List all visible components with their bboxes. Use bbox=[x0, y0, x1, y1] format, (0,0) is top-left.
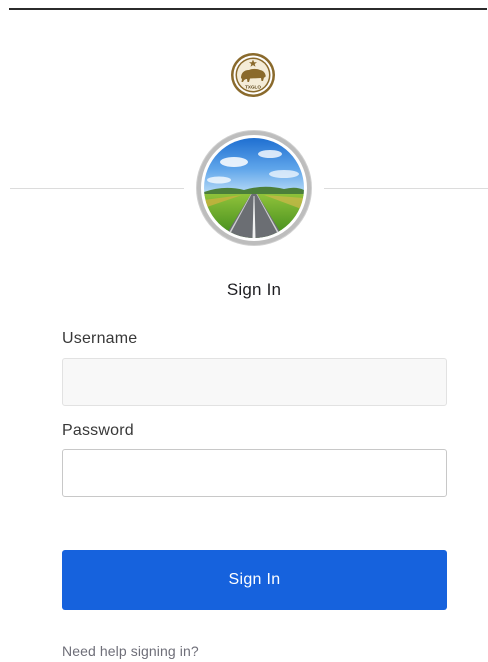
sign-in-button[interactable]: Sign In bbox=[62, 550, 447, 610]
divider-left bbox=[10, 188, 184, 189]
top-border bbox=[9, 8, 487, 10]
username-label: Username bbox=[62, 330, 138, 347]
auth-avatar bbox=[196, 130, 312, 246]
login-page: TXGLO Sign In Username Password Sign In … bbox=[0, 0, 488, 662]
username-input[interactable] bbox=[62, 358, 447, 406]
help-signing-in-link[interactable]: Need help signing in? bbox=[62, 643, 199, 659]
organization-logo: TXGLO bbox=[230, 52, 276, 98]
password-label: Password bbox=[62, 422, 134, 439]
road-landscape-image bbox=[201, 135, 307, 241]
divider-right bbox=[324, 188, 488, 189]
page-title: Sign In bbox=[226, 280, 282, 299]
password-input[interactable] bbox=[62, 449, 447, 497]
bison-seal-icon: TXGLO bbox=[231, 53, 275, 97]
logo-text: TXGLO bbox=[245, 85, 261, 90]
